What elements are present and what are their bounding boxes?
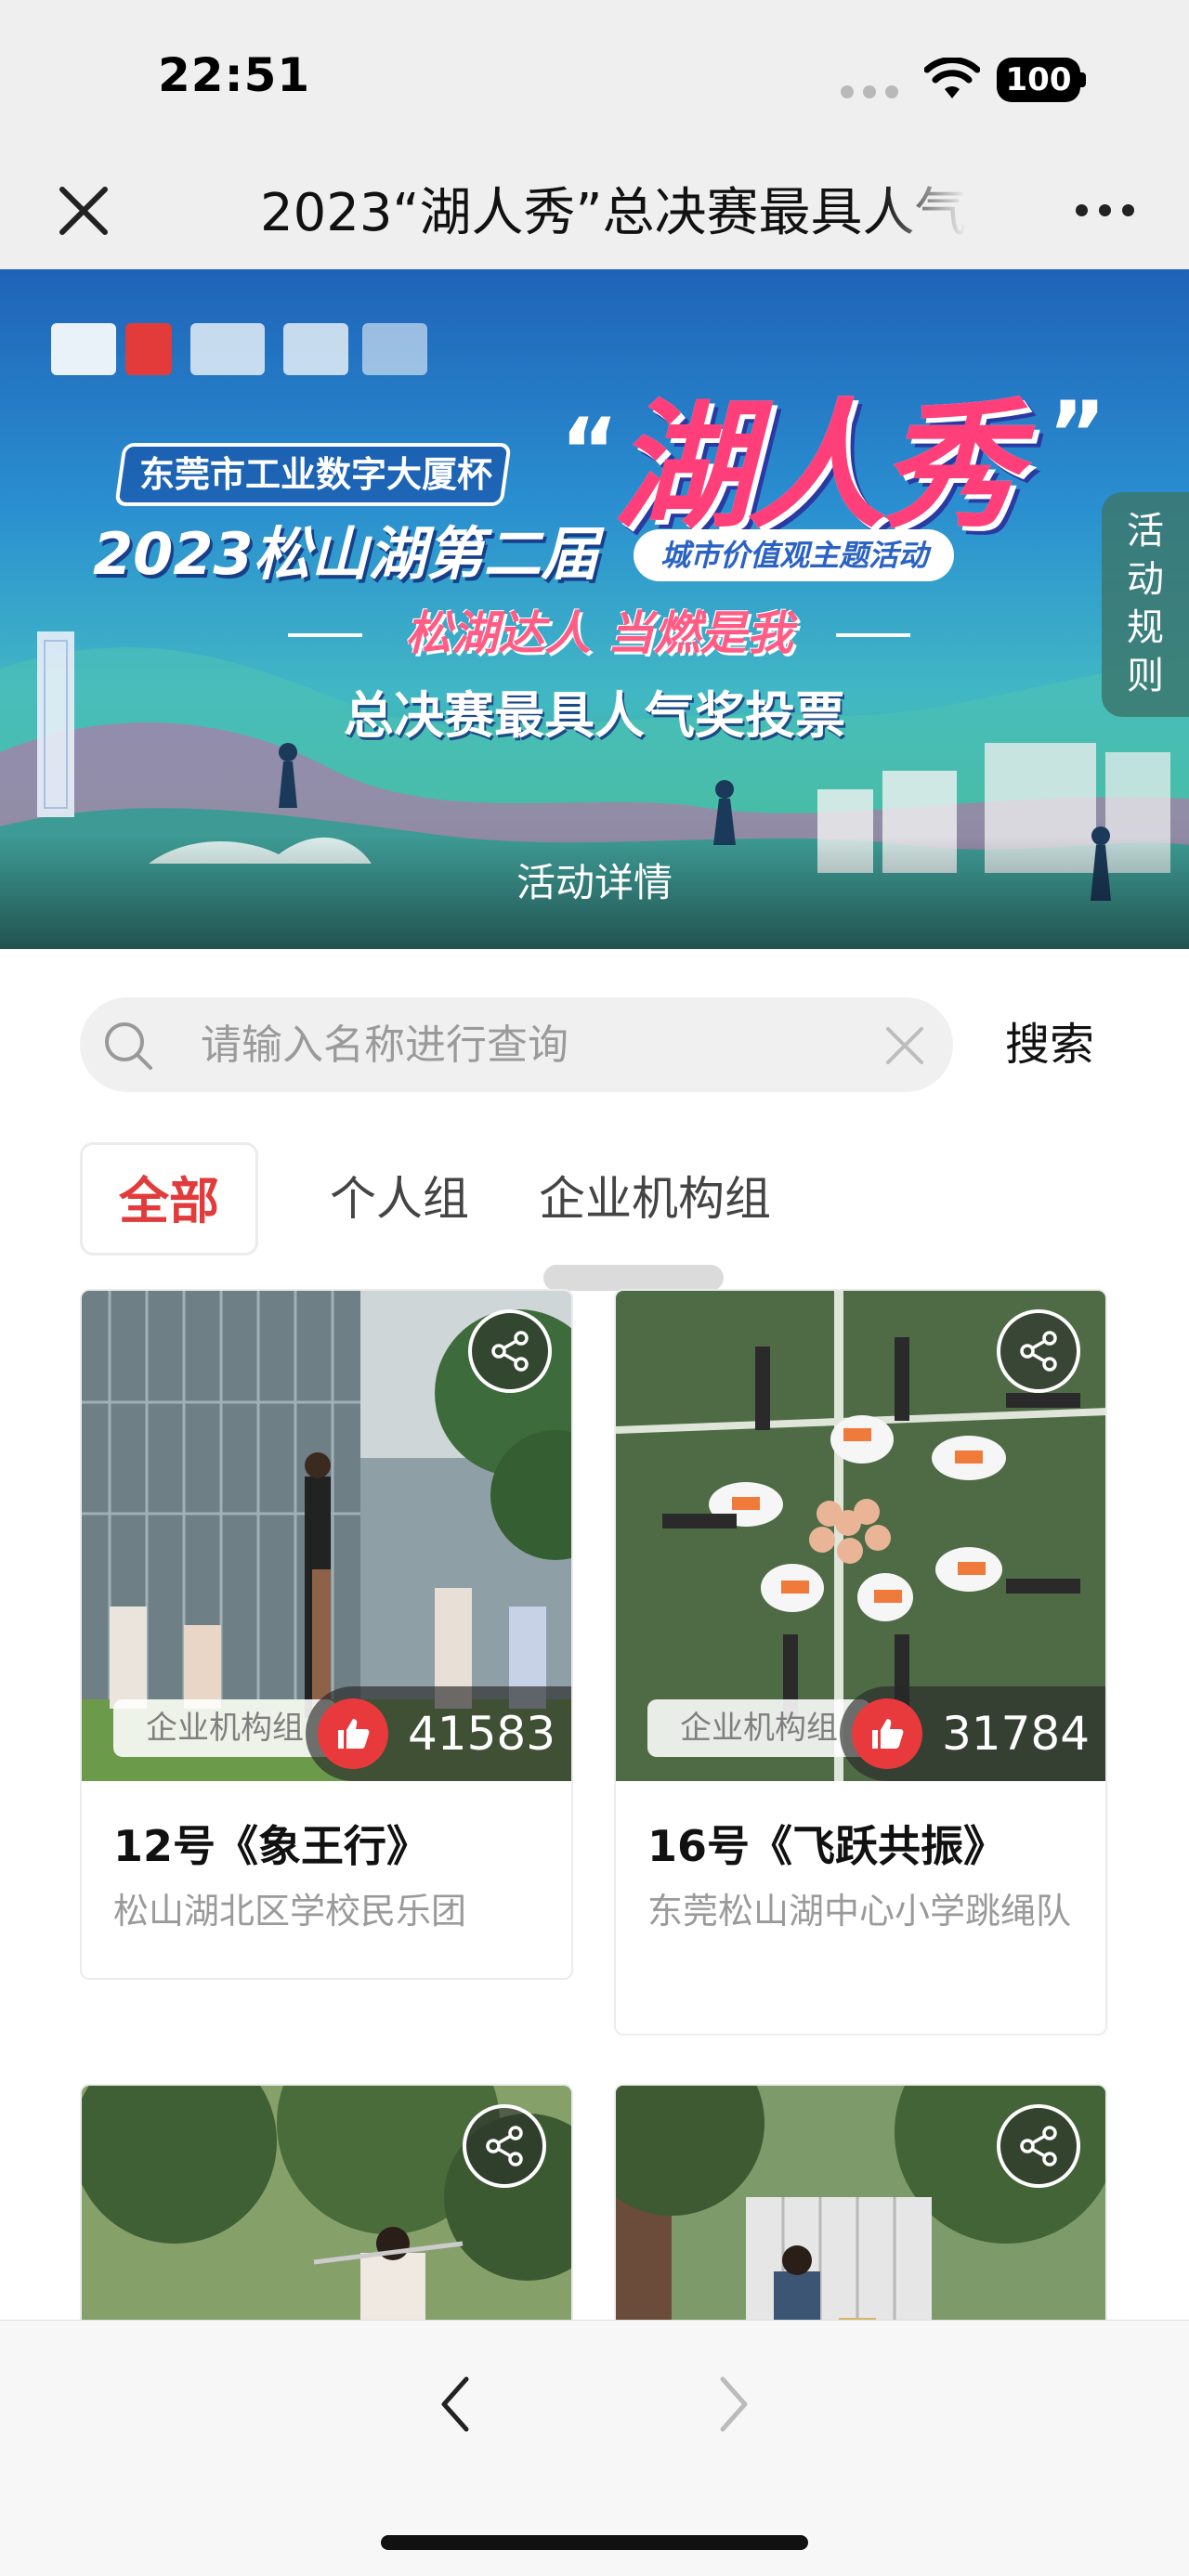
like-count: 31784 xyxy=(942,1707,1091,1761)
share-button[interactable] xyxy=(997,1309,1080,1393)
share-button[interactable] xyxy=(463,2104,546,2188)
clear-icon[interactable] xyxy=(881,1021,929,1070)
battery-tip xyxy=(1080,72,1086,87)
home-indicator[interactable] xyxy=(381,2535,808,2550)
rules-tab-label: 活动规则 xyxy=(1127,510,1164,697)
search-button[interactable]: 搜索 xyxy=(985,1005,1115,1085)
thumbs-up-icon xyxy=(852,1698,922,1769)
vote-title: 总决赛最具人气奖投票 xyxy=(344,686,845,745)
divider-left xyxy=(288,633,362,637)
signal-dots-icon xyxy=(841,85,906,100)
share-icon xyxy=(491,1331,529,1372)
event-slogan: 松湖达人 当燃是我 xyxy=(405,606,793,660)
share-button[interactable] xyxy=(997,2104,1080,2188)
banner[interactable]: 东莞市工业数字大厦杯 2023松山湖第二届 “ 湖人秀 ” 城市价值观主题活动 … xyxy=(0,269,1189,949)
like-count: 41583 xyxy=(408,1707,556,1761)
share-icon xyxy=(1020,2126,1057,2166)
tab-organization[interactable]: 企业机构组 xyxy=(529,1142,780,1255)
entry-card[interactable]: 企业机构组 41583 12号《象王行》 松山湖北区学校民乐团 xyxy=(80,1289,573,1980)
entry-card[interactable]: 企业机构组 31784 16号《飞跃共振》 东莞松山湖中心小学跳绳队 xyxy=(614,1289,1107,2036)
group-label: 企业机构组 xyxy=(647,1699,870,1757)
quote-close: ” xyxy=(1048,383,1107,487)
activity-detail-link[interactable]: 活动详情 xyxy=(455,851,734,916)
back-arrow-icon[interactable] xyxy=(427,2372,483,2437)
status-bar: 22:51 100 xyxy=(0,0,1189,158)
nav-bar: 2023“湖人秀”总决赛最具人气奖投票 xyxy=(0,158,1189,269)
quote-open: “ xyxy=(560,399,620,503)
share-icon xyxy=(486,2126,523,2166)
rules-tab[interactable]: 活动规则 xyxy=(1102,492,1189,717)
watermark-logo xyxy=(543,1265,724,1291)
entry-title: 12号《象王行》 xyxy=(113,1821,430,1871)
event-subtitle: 城市价值观主题活动 xyxy=(660,538,928,573)
page-title: 2023“湖人秀”总决赛最具人气奖投票 xyxy=(260,183,966,243)
wifi-icon xyxy=(924,58,980,98)
entry-subtitle: 松山湖北区学校民乐团 xyxy=(113,1891,467,1932)
battery-indicator: 100 xyxy=(997,58,1080,102)
more-icon[interactable] xyxy=(1068,188,1143,234)
event-headline: 2023松山湖第二届 xyxy=(93,520,599,588)
tab-individual[interactable]: 个人组 xyxy=(316,1142,483,1255)
sponsor-title: 东莞市工业数字大厦杯 xyxy=(139,454,493,495)
search-input[interactable] xyxy=(201,1008,851,1081)
divider-right xyxy=(836,633,910,637)
share-button[interactable] xyxy=(468,1309,552,1393)
sponsor-logos xyxy=(51,314,553,388)
close-icon[interactable] xyxy=(51,178,116,243)
search-icon xyxy=(105,1022,152,1070)
forward-arrow-icon[interactable] xyxy=(706,2372,762,2437)
status-time: 22:51 xyxy=(158,48,311,102)
like-button[interactable]: 31784 xyxy=(840,1686,1105,1781)
like-button[interactable]: 41583 xyxy=(306,1686,571,1781)
group-label: 企业机构组 xyxy=(113,1699,336,1757)
share-icon xyxy=(1020,1331,1057,1372)
tab-all[interactable]: 全部 xyxy=(80,1142,258,1255)
screen: { "status_bar": { "time": "22:51", "batt… xyxy=(0,0,1189,2576)
thumbs-up-icon xyxy=(318,1698,388,1769)
entry-subtitle: 东莞松山湖中心小学跳绳队 xyxy=(647,1891,1072,1932)
entry-title: 16号《飞跃共振》 xyxy=(647,1821,1007,1871)
